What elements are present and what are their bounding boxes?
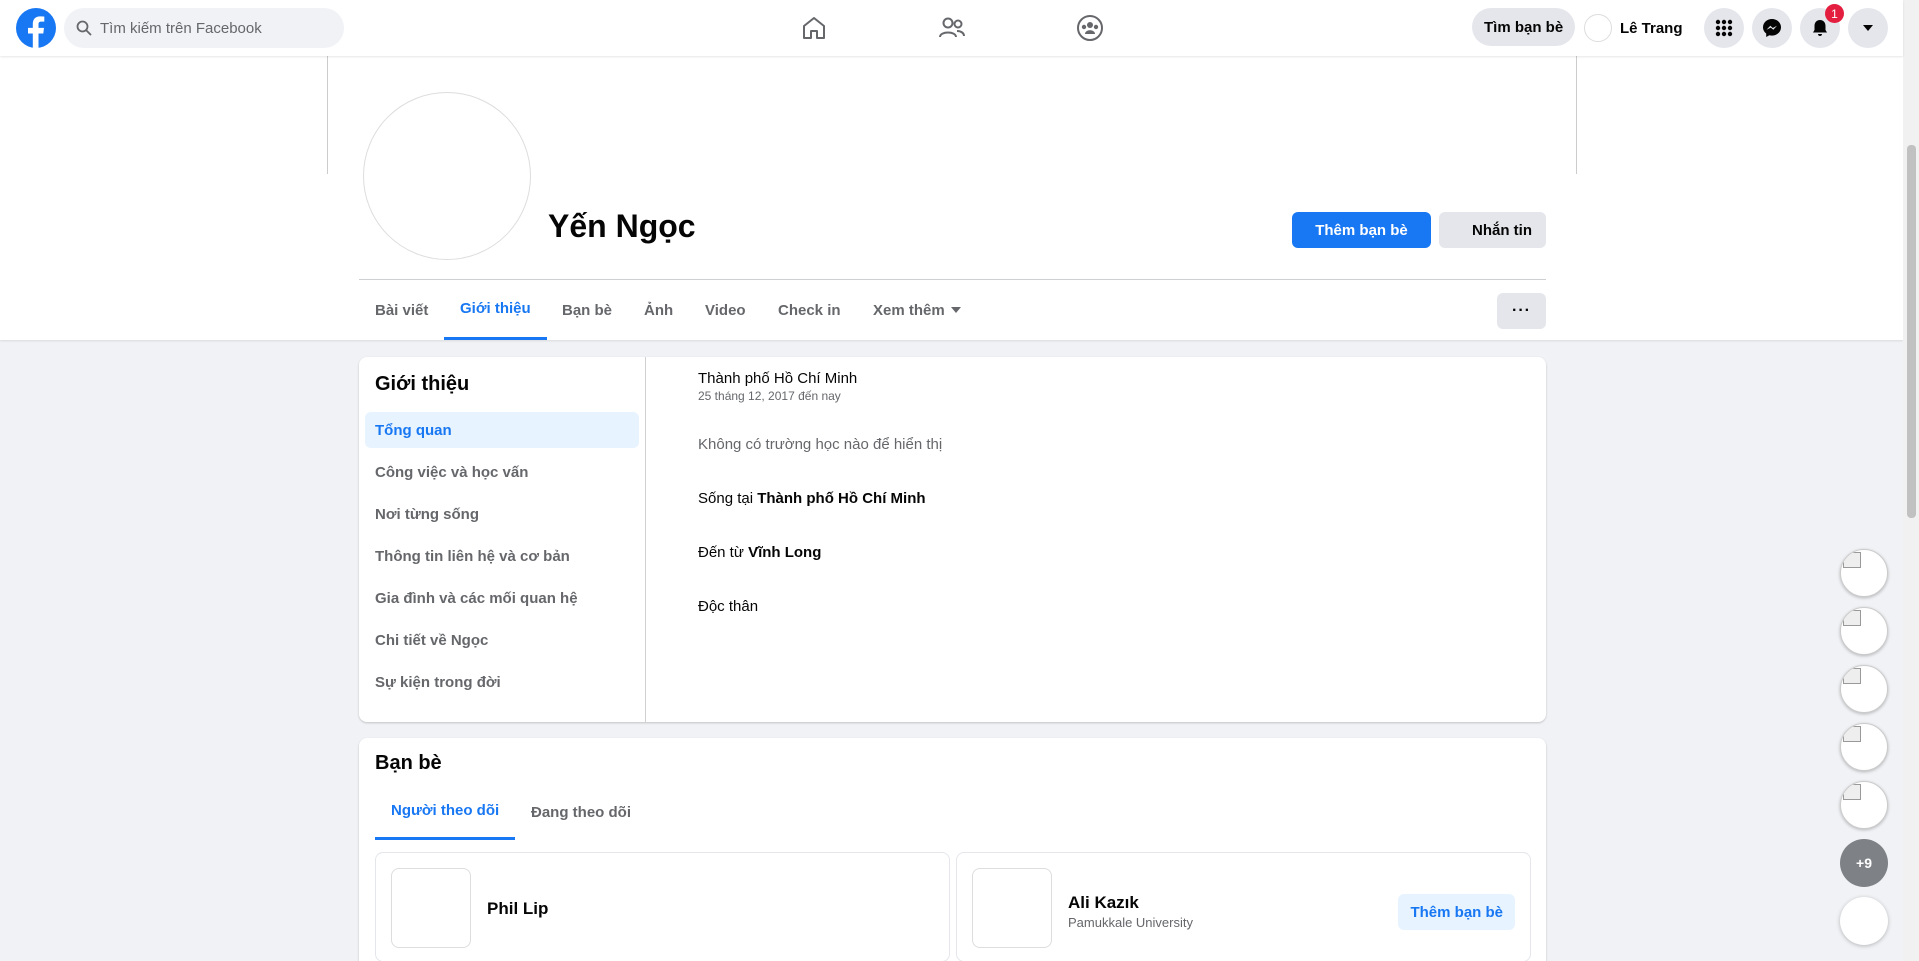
avatar [1584,14,1612,42]
friends-card: Bạn bè Người theo dõi Đang theo dõi Phil… [359,738,1546,961]
about-item-work-education[interactable]: Công việc và học vấn [365,454,639,490]
tab-about[interactable]: Giới thiệu [444,280,547,340]
tab-see-more-label: Xem thêm [873,301,945,319]
from: Đến từ Vĩnh Long [698,544,821,561]
groups-nav-button[interactable] [1034,4,1146,52]
profile-header: Yến Ngọc Thêm bạn bè Nhắn tin Bài viết G… [0,56,1903,340]
broken-image-icon [1843,668,1861,684]
tab-posts[interactable]: Bài viết [359,280,444,340]
about-item-overview[interactable]: Tổng quan [365,412,639,448]
notification-badge: 1 [1825,4,1844,23]
scrollbar[interactable] [1903,0,1919,961]
list-item[interactable]: Ali Kazık Pamukkale University Thêm bạn … [956,852,1531,961]
search-box[interactable] [64,8,344,48]
caret-down-icon [950,307,961,313]
groups-icon [1077,15,1103,41]
tab-see-more[interactable]: Xem thêm [857,280,977,340]
friend-name[interactable]: Phil Lip [487,899,548,919]
friend-photo[interactable] [391,868,471,948]
broken-image-icon [1843,726,1861,742]
contact-avatar[interactable] [1840,665,1888,713]
broken-image-icon [1843,784,1861,800]
about-title: Giới thiệu [375,373,470,395]
find-friends-button[interactable]: Tìm bạn bè [1472,8,1576,46]
from-city[interactable]: Vĩnh Long [748,544,821,561]
home-nav-button[interactable] [758,4,870,52]
profile-chip[interactable]: Lê Trang [1584,8,1683,48]
friends-title: Bạn bè [375,752,442,774]
friend-subtitle: Pamukkale University [1068,915,1193,930]
notifications-button[interactable]: 1 [1800,4,1844,48]
more-contacts-button[interactable]: +9 [1840,839,1888,887]
broken-image-icon [1843,552,1861,568]
search-icon [76,20,92,36]
user-name: Lê Trang [1620,19,1683,37]
relationship-status: Độc thân [698,598,759,615]
friend-photo[interactable] [972,868,1052,948]
tab-following[interactable]: Đang theo dõi [515,784,647,840]
profile-picture[interactable] [363,92,531,260]
contact-avatar[interactable] [1840,549,1888,597]
about-sidebar: Giới thiệu Tổng quan Công việc và học vấ… [359,357,646,722]
add-friend-button[interactable]: Thêm bạn bè [1292,212,1431,248]
tab-videos[interactable]: Video [689,280,762,340]
page-title: Yến Ngọc [548,208,696,244]
contact-avatar[interactable] [1840,781,1888,829]
friends-nav-button[interactable] [896,4,1008,52]
broken-image-icon [1843,610,1861,626]
more-options-button[interactable]: ··· [1497,293,1546,329]
chevron-down-icon [1863,25,1873,31]
friends-icon [939,17,965,38]
search-input[interactable] [100,8,336,48]
about-item-details[interactable]: Chi tiết về Ngọc [365,622,639,658]
grid-menu-icon [1715,19,1733,37]
from-prefix: Đến từ [698,544,749,561]
tab-check-ins[interactable]: Check in [762,280,857,340]
tab-friends[interactable]: Bạn bè [546,280,628,340]
menu-button[interactable] [1704,8,1744,48]
work-dates: 25 tháng 12, 2017 đến nay [698,389,841,403]
tab-followers[interactable]: Người theo dõi [375,784,516,840]
facebook-logo-icon[interactable] [16,8,56,48]
work-place: Thành phố Hồ Chí Minh [698,370,858,387]
lives-in-prefix: Sống tại [698,490,758,507]
about-item-family[interactable]: Gia đình và các mối quan hệ [365,580,639,616]
message-button[interactable]: Nhắn tin [1439,212,1546,248]
friend-name[interactable]: Ali Kazık [1068,893,1139,913]
top-navigation-bar: Tìm bạn bè Lê Trang 1 [0,0,1903,56]
new-message-button[interactable] [1840,897,1888,945]
lives-in: Sống tại Thành phố Hồ Chí Minh [698,490,926,507]
add-friend-button[interactable]: Thêm bạn bè [1398,894,1515,930]
about-item-life-events[interactable]: Sự kiện trong đời [365,664,639,700]
messenger-button[interactable] [1752,8,1792,48]
about-item-contact-basic[interactable]: Thông tin liên hệ và cơ bản [365,538,639,574]
about-item-places[interactable]: Nơi từng sống [365,496,639,532]
about-card: Giới thiệu Tổng quan Công việc và học vấ… [359,357,1546,722]
tab-photos[interactable]: Ảnh [628,280,689,340]
messenger-icon [1763,19,1781,37]
list-item[interactable]: Phil Lip [375,852,950,961]
account-menu-button[interactable] [1848,8,1888,48]
lives-in-city[interactable]: Thành phố Hồ Chí Minh [757,490,925,507]
home-icon [803,17,825,39]
contact-avatar[interactable] [1840,607,1888,655]
scrollbar-thumb[interactable] [1907,145,1916,518]
no-school-text: Không có trường học nào để hiển thị [698,436,943,453]
contact-avatar[interactable] [1840,723,1888,771]
bell-icon [1813,20,1827,36]
